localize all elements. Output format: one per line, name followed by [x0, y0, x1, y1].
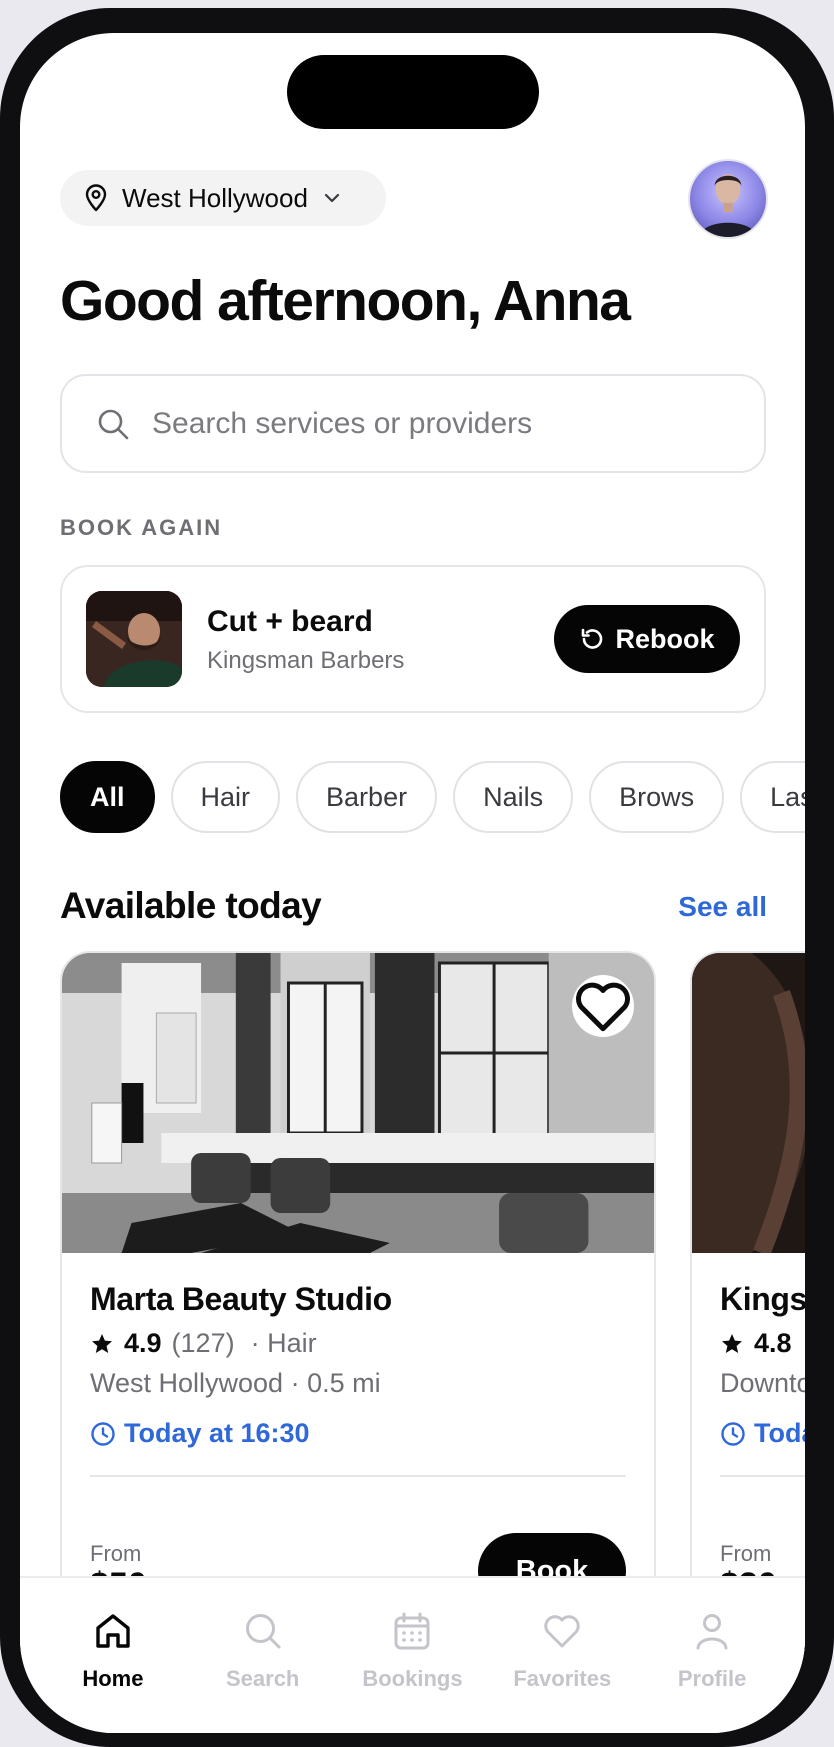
next-slot-label: Toda [754, 1418, 805, 1448]
tab-search[interactable]: Search [193, 1578, 333, 1733]
book-again-service: Cut + beard [207, 605, 373, 638]
rating-value: 4.9 [124, 1328, 162, 1358]
avatar[interactable] [688, 159, 768, 239]
chip-nails[interactable]: Nails [453, 761, 574, 833]
search-input[interactable] [152, 406, 730, 441]
tab-profile-label: Profile [677, 1666, 747, 1691]
heart-icon [544, 1615, 580, 1648]
provider-category: · Hair [250, 1328, 317, 1358]
bottom-tab-bar: Home Search Bookings Favorites Profile [20, 1576, 805, 1733]
rating-row: 4.9 (127) · Hair [90, 1328, 317, 1359]
card-divider [90, 1475, 626, 1477]
search-icon [245, 1614, 281, 1649]
person-icon [696, 1614, 728, 1650]
provider-card[interactable]: Kings 4.8 Downto Toda From $30 [690, 951, 805, 1651]
search-bar[interactable] [60, 374, 766, 473]
app-screen: West Hollywood Good afternoon, Anna BOOK… [20, 33, 805, 1733]
rebook-icon [582, 628, 603, 649]
chip-all[interactable]: All [60, 761, 155, 833]
phone-frame: West Hollywood Good afternoon, Anna BOOK… [0, 8, 834, 1747]
next-slot[interactable]: Today at 16:30 [90, 1418, 310, 1449]
see-all-link[interactable]: See all [678, 891, 767, 923]
barber-thumbnail [86, 591, 182, 687]
chip-brows[interactable]: Brows [589, 761, 725, 833]
barber-photo [692, 953, 805, 1253]
avatar-portrait [699, 174, 757, 237]
rebook-button[interactable]: Rebook [554, 605, 740, 673]
tab-search-label: Search [225, 1666, 300, 1691]
book-again-label: BOOK AGAIN [60, 515, 223, 540]
clock-icon [721, 1421, 745, 1446]
chevron-down-icon [324, 193, 340, 203]
tab-bookings-label: Bookings [362, 1666, 463, 1691]
dynamic-island [287, 55, 539, 129]
provider-location: West Hollywood · 0.5 mi [90, 1368, 381, 1398]
location-selector[interactable]: West Hollywood [60, 170, 386, 226]
chip-barber[interactable]: Barber [296, 761, 438, 833]
calendar-icon [394, 1612, 430, 1650]
available-today-title: Available today [60, 885, 322, 926]
barber-photo [86, 591, 182, 687]
provider-name: Marta Beauty Studio [90, 1281, 392, 1317]
tab-home-label: Home [82, 1666, 144, 1691]
price-from-label: From [90, 1541, 142, 1566]
category-chips: All Hair Barber Nails Brows Las [60, 761, 805, 833]
tab-favorites[interactable]: Favorites [492, 1578, 632, 1733]
price-from-label: From [720, 1541, 772, 1566]
star-icon [92, 1333, 112, 1353]
chip-hair[interactable]: Hair [170, 761, 281, 833]
rating-value: 4.8 [754, 1328, 792, 1358]
next-slot-label: Today at 16:30 [124, 1418, 310, 1448]
provider-name: Kings [720, 1281, 805, 1317]
provider-location: Downto [720, 1368, 805, 1398]
tab-favorites-label: Favorites [513, 1666, 612, 1691]
heart-icon [576, 982, 630, 1032]
tab-bookings[interactable]: Bookings [342, 1578, 482, 1733]
clock-icon [91, 1421, 115, 1446]
location-pin-icon [85, 184, 107, 212]
search-icon [98, 409, 129, 439]
salon-photo [62, 953, 654, 1253]
location-label: West Hollywood [122, 182, 308, 213]
review-count: (127) [171, 1328, 235, 1358]
card-divider [720, 1475, 805, 1477]
rebook-label: Rebook [615, 623, 715, 654]
favorite-button[interactable] [572, 975, 634, 1037]
next-slot[interactable]: Toda [720, 1418, 805, 1449]
star-icon [722, 1333, 742, 1353]
book-again-provider: Kingsman Barbers [207, 647, 405, 674]
chip-lashes[interactable]: Las [740, 761, 805, 833]
tab-profile[interactable]: Profile [642, 1578, 782, 1733]
home-icon [96, 1614, 130, 1648]
rating-row: 4.8 [720, 1328, 792, 1359]
tab-home[interactable]: Home [43, 1578, 183, 1733]
page-title: Good afternoon, Anna [60, 269, 631, 333]
provider-card[interactable]: Marta Beauty Studio 4.9 (127) · Hair Wes… [60, 951, 656, 1651]
book-again-card[interactable]: Cut + beard Kingsman Barbers Rebook [60, 565, 766, 713]
